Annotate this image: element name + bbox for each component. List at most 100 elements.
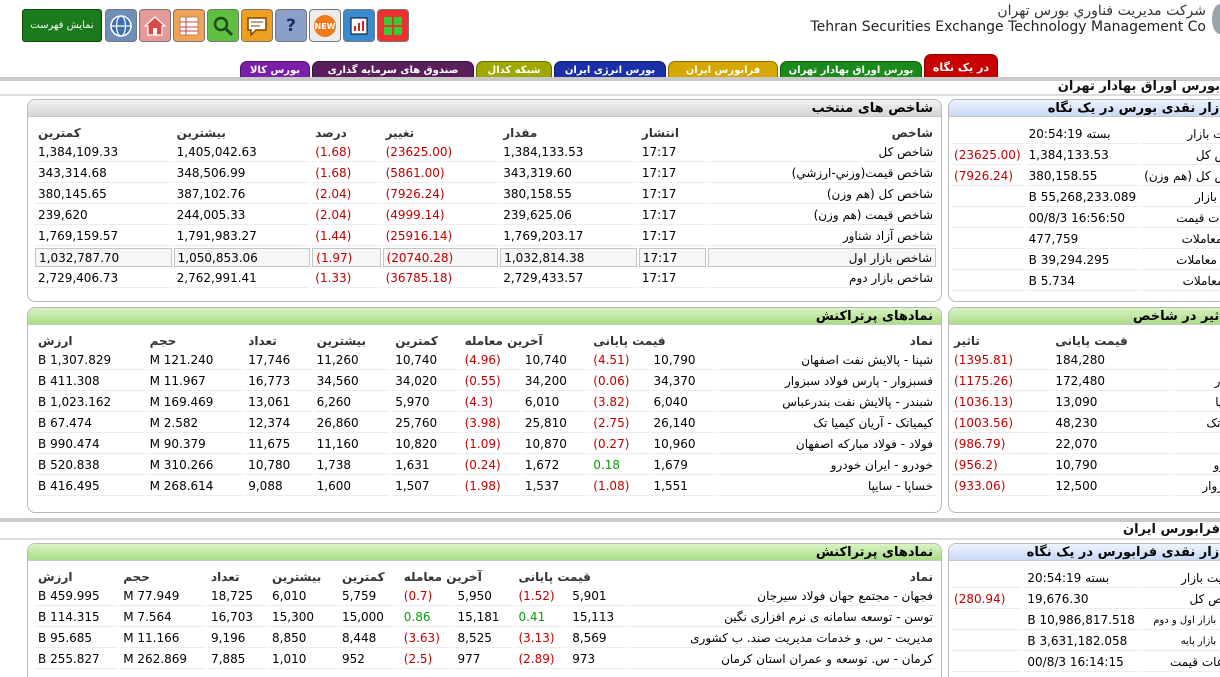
summary-label: حجم معاملات (1141, 272, 1220, 291)
table-cell: 244,005.33 (173, 206, 311, 225)
table-cell: (933.06) (951, 477, 1051, 496)
table-row[interactable]: کرمان - س. توسعه و عمران استان کرمان 973(… (35, 650, 936, 669)
summary-label: ارزش بازار پایه (1139, 632, 1220, 651)
table-cell: 1,032,787.70 (35, 248, 172, 267)
table-cell: 13,061 (245, 393, 312, 412)
new-icon[interactable]: NEW (309, 9, 341, 42)
table-row[interactable]: شاخص کل 17:17 1,384,133.53 (23625.00) (1.68)… (35, 143, 936, 162)
company-logo (1212, 4, 1220, 34)
help-icon[interactable]: ? (275, 9, 307, 42)
table-row[interactable]: شبندر172,480(1175.26) (951, 372, 1220, 391)
table-cell: 1,010 (269, 650, 337, 669)
table-row[interactable]: شاخص کل (هم وزن) 17:17 380,158.55 (7926.24)… (35, 185, 936, 204)
table-cell: 1,769,159.57 (35, 227, 172, 246)
table-cell: 17:17 (638, 143, 706, 162)
table-row[interactable]: شپنا - پالایش نفت اصفهان 10,790 (4.51) 10,7… (35, 351, 936, 370)
summary-row: حجم معاملات5.734 B (951, 272, 1220, 291)
market-tabs: در یک نگاه بورس اوراق بهادار تهران فرابورس… (240, 54, 998, 79)
table-cell: (1175.26) (951, 372, 1051, 391)
table-row[interactable]: شاخص آزاد شناور 17:17 1,769,203.17 (25916.1… (35, 227, 936, 246)
table-row[interactable]: شبندر - پالایش نفت بندرعباس 6,040 (3.82) 6,… (35, 393, 936, 412)
table-cell: (36785.18) (382, 269, 499, 288)
table-cell: (4999.14) (382, 206, 499, 225)
table-row[interactable]: فولاد22,070(986.79) (951, 435, 1220, 454)
summary-label: شاخص کل (هم وزن) (1141, 167, 1220, 186)
table-cell: 1,405,042.63 (173, 143, 311, 162)
table-cell: (4.3) (461, 393, 520, 412)
table-row[interactable]: فسبزوار12,500(933.06) (951, 477, 1220, 496)
column-header: قیمت پایانی (593, 333, 666, 348)
column-header: کمترین (341, 569, 385, 584)
tse-summary-title: بازار نقدی بورس در یک نگاه (949, 100, 1220, 117)
summary-change (951, 632, 1023, 651)
symbol-name: فسبزوار (1174, 477, 1220, 496)
message-icon[interactable] (241, 9, 273, 42)
table-cell: 6,010 (521, 393, 589, 412)
globe-icon[interactable] (105, 9, 137, 42)
table-row[interactable]: شپنا184,280(1395.81) (951, 351, 1220, 370)
table-row[interactable]: مدیریت - س. و خدمات مدیریت صند. ب کشوری 8… (35, 629, 936, 648)
table-cell: 121.240 M (146, 351, 244, 370)
table-cell: 17:17 (638, 185, 706, 204)
table-cell: 520.838 B (35, 456, 145, 475)
table-row[interactable]: شاخص قیمت(وزني-ارزشي) 17:17 343,319.60 (586… (35, 164, 936, 183)
table-cell: (0.24) (461, 456, 520, 475)
table-row[interactable]: شاخص قیمت (هم وزن) 17:17 239,625.06 (4999.1… (35, 206, 936, 225)
table-row[interactable]: خودرو10,790(956.2) (951, 456, 1220, 475)
table-row[interactable]: توسن - توسعه سامانه ی نرم افزاری نگین 15,… (35, 608, 936, 627)
table-cell: 0.41 (515, 608, 568, 627)
table-cell: 17:17 (638, 164, 706, 183)
column-header: بیشترین (272, 569, 322, 584)
table-row[interactable]: شاخص بازار اول 17:17 1,032,814.38 (20740.28… (35, 248, 936, 267)
summary-row: وضعیت بازاربسته 20:54:19 (951, 125, 1220, 144)
table-cell: (3.13) (515, 629, 568, 648)
table-cell: 1,507 (392, 477, 460, 496)
table-row[interactable]: کیمیاتک48,230(1003.56) (951, 414, 1220, 433)
book-icon[interactable] (343, 9, 375, 42)
column-header: آخرین معامله (464, 333, 543, 348)
summary-label: ارزش بازار (1141, 188, 1220, 207)
table-cell: 17:17 (638, 206, 706, 225)
summary-change (951, 569, 1023, 588)
symbol-name: کیمیاتک - آریان کیمیا تک (718, 414, 936, 433)
table-icon[interactable] (173, 9, 205, 42)
table-row[interactable]: خساپا - سایپا 1,551 (1.08) 1,537 (1.98) 1,507… (35, 477, 936, 496)
table-cell: 77.949 M (120, 587, 207, 606)
table-row[interactable]: فسبزوار - پارس فولاد سبزوار 34,370 (0.06) 3… (35, 372, 936, 391)
table-cell: 973 (569, 650, 629, 669)
grid-icon[interactable] (377, 9, 409, 42)
summary-row: تعداد معاملات477,759 (951, 230, 1220, 249)
table-cell: 34,020 (392, 372, 460, 391)
table-row[interactable]: کیمیاتک - آریان کیمیا تک 26,140 (2.75) 25,8… (35, 414, 936, 433)
table-row[interactable]: فولاد - فولاد مبارکه اصفهان 10,960 (0.27) 1… (35, 435, 936, 454)
search-icon[interactable] (207, 9, 239, 42)
symbol-name: شپنا (1174, 351, 1220, 370)
summary-change (951, 230, 1024, 249)
table-row[interactable]: فجهان - مجتمع جهان فولاد سیرجان 5,901 (1.5… (35, 587, 936, 606)
tse-active-panel: نمادهای پرتراکنش نماد قیمت پایانی آخرین مع… (27, 307, 942, 513)
table-cell: 16,703 (208, 608, 267, 627)
table-cell: 67.474 B (35, 414, 145, 433)
summary-change (951, 251, 1024, 270)
table-cell: 255.827 B (35, 650, 119, 669)
table-cell: 10,780 (245, 456, 312, 475)
table-cell: 11,260 (313, 351, 391, 370)
ifb-active-title: نمادهای پرتراکنش (28, 544, 941, 561)
summary-label: وضعیت بازار (1139, 569, 1220, 588)
table-row[interactable]: خودرو - ایران خودرو 1,679 0.18 1,672 (0.24) 1… (35, 456, 936, 475)
top-bar: نمایش فهرست ? NEW شرکت مديريت فناوري بور… (0, 0, 1220, 50)
column-header: مقدار (503, 125, 538, 140)
table-cell: 90.379 M (146, 435, 244, 454)
table-cell: 9,088 (245, 477, 312, 496)
home-icon[interactable] (139, 9, 171, 42)
show-list-button[interactable]: نمایش فهرست (22, 9, 102, 42)
column-header: آخرین معامله (403, 569, 482, 584)
table-cell: (1.44) (312, 227, 381, 246)
table-row[interactable]: خساپا13,090(1036.13) (951, 393, 1220, 412)
table-cell: 2,729,406.73 (35, 269, 172, 288)
table-cell: (0.27) (590, 435, 649, 454)
table-cell: 10,960 (650, 435, 717, 454)
tab-0[interactable]: در یک نگاه (924, 54, 998, 79)
column-header: تاثیر (954, 333, 980, 348)
table-row[interactable]: شاخص بازار دوم 17:17 2,729,433.57 (36785.18… (35, 269, 936, 288)
